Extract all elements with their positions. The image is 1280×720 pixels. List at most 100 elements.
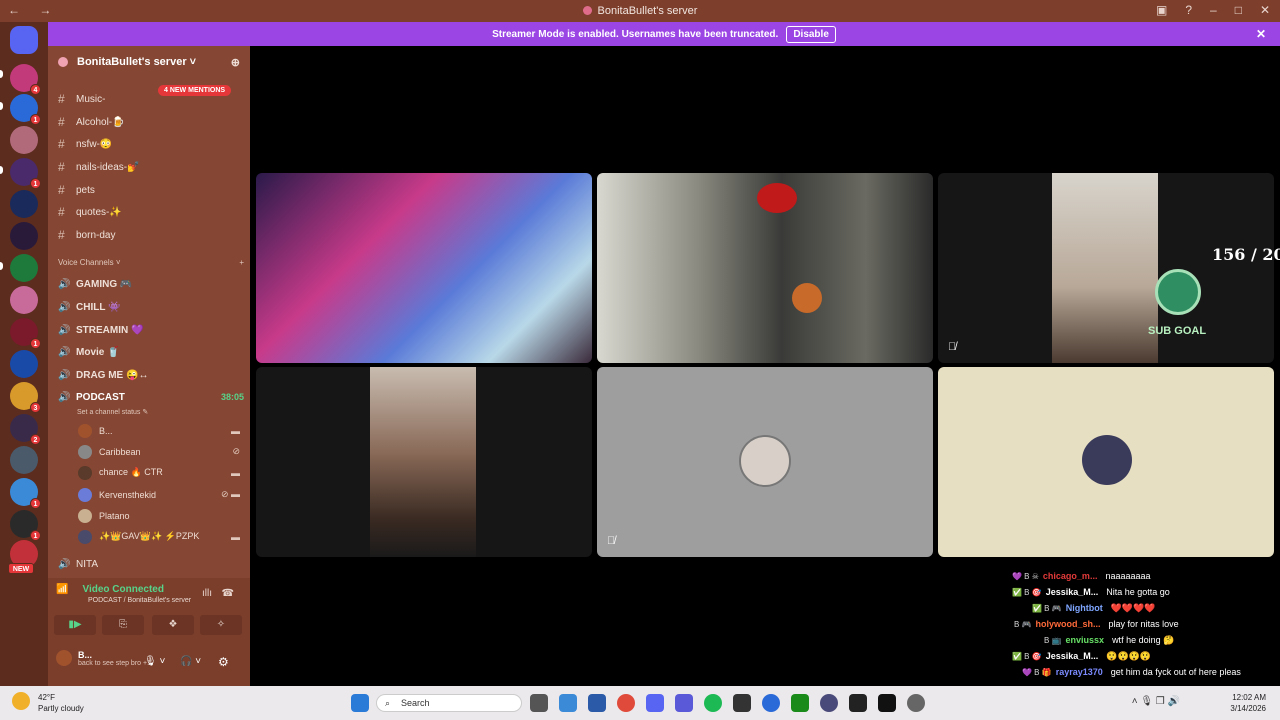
clock[interactable]: 12:02 AM 3/14/2026 [1230,692,1266,714]
sub-goal-label: SUB GOAL [1148,325,1207,337]
close-button[interactable]: ✕ [1260,3,1270,17]
disable-button[interactable]: Disable [786,25,836,43]
obs-icon[interactable] [907,694,925,712]
app-icon[interactable] [820,694,838,712]
microphone-icon[interactable]: 🎙 ˅ [144,656,165,667]
hash-icon: # [58,115,65,129]
mic-muted-icon: ⊘ ▬ [220,489,240,499]
headphones-shape [757,183,797,213]
server-icon[interactable]: 1 [10,94,41,125]
system-tray[interactable]: ˄ 🎙 ❐ 🔊 [1132,696,1180,707]
voice-channel-chill[interactable]: 🔊 CHILL 👾 [58,298,244,316]
noise-suppression-icon[interactable]: ıllı [202,588,212,599]
new-mentions-badge[interactable]: 4 NEW MENTIONS [158,85,232,96]
activities-button[interactable]: ❖ [152,615,194,635]
voice-channel-drag-me[interactable]: 🔊 DRAG ME 😜↔ [58,366,244,384]
invite-icon[interactable]: ⊕ [231,56,240,69]
server-icon[interactable] [10,190,38,218]
discord-home-icon[interactable] [10,26,38,54]
close-icon[interactable]: ✕ [1256,27,1266,41]
server-icon[interactable]: 1 [10,318,41,349]
server-icon[interactable] [10,286,38,314]
video-tile[interactable] [256,367,592,557]
server-icon[interactable]: 4 [10,64,41,95]
connection-status[interactable]: 📶 Video Connected [56,584,164,595]
settings-gear-icon[interactable]: ⚙ [218,655,229,669]
camera-button[interactable]: ▮▶ [54,615,96,635]
video-tile[interactable] [256,173,592,363]
voice-user[interactable]: ✨👑GAV👑✨ ⚡PZPK ▬ [78,527,240,546]
nvidia-icon[interactable] [791,694,809,712]
store-icon[interactable] [588,694,606,712]
speaker-icon: 🔊 [58,301,71,313]
unread-pill [0,166,3,174]
server-icon[interactable]: 1 [10,510,41,541]
weather-widget[interactable]: 42°F Partly cloudy [12,692,84,714]
app-icon[interactable] [849,694,867,712]
voice-channel-streamin[interactable]: 🔊 STREAMIN 💜 [58,321,244,339]
screen-share-button[interactable]: ⎘ [102,615,144,635]
voice-channels-category[interactable]: Voice Channels ˅ + [58,258,244,267]
hash-icon: # [58,205,65,219]
channel-status-prompt[interactable]: Set a channel status ✎ [77,403,250,421]
channel-alcohol[interactable]: # Alcohol-🍺 [58,113,244,131]
channel-sidebar: BonitaBullet's server ˅ ⊕ # Music- 4 NEW … [48,46,250,578]
maximize-button[interactable]: □ [1235,3,1242,17]
server-icon[interactable]: NEW [8,540,38,574]
voice-user[interactable]: Platano [78,506,240,525]
server-icon[interactable] [10,350,38,378]
voice-channel-movie[interactable]: 🔊 Movie 🥤 [58,343,244,361]
avatar [78,508,92,523]
title-bar: ← → BonitaBullet's server ▣ ? – □ ✕ [0,0,1280,22]
voice-user[interactable]: chance 🔥 CTR ▬ [78,463,240,482]
spotify-icon[interactable] [704,694,722,712]
gaming-app-icon[interactable] [675,694,693,712]
call-timer: 38:05 [220,392,244,402]
voice-channel-gaming[interactable]: 🔊 GAMING 🎮 [58,275,244,293]
voice-user[interactable]: Kervensthekid ⊘ ▬ [78,485,240,504]
tiktok-icon[interactable] [878,694,896,712]
channel-nails-ideas[interactable]: # nails-ideas-💅 [58,158,244,176]
avatar-tile[interactable] [938,367,1274,557]
channel-nsfw[interactable]: # nsfw-😳 [58,135,244,153]
voice-user[interactable]: Caribbean ⊘ [78,442,240,461]
minimize-button[interactable]: – [1210,3,1217,17]
unread-pill [0,70,3,78]
server-icon[interactable] [10,222,38,250]
soundboard-button[interactable]: ✧ [200,615,242,635]
server-header[interactable]: BonitaBullet's server ˅ ⊕ [48,46,250,78]
copilot-icon[interactable] [559,694,577,712]
app-icon[interactable] [762,694,780,712]
server-icon[interactable]: 2 [10,414,41,445]
speaker-icon: 🔊 [58,391,71,403]
epic-games-icon[interactable] [733,694,751,712]
taskbar-search[interactable]: ⌕ Search [376,694,522,712]
server-icon[interactable] [10,446,38,474]
channel-pets[interactable]: # pets [58,181,244,199]
help-icon[interactable]: ? [1185,3,1192,17]
channel-quotes[interactable]: # quotes-✨ [58,203,244,221]
server-icon[interactable] [10,126,38,154]
channel-born-day[interactable]: # born-day [58,226,244,244]
user-panel[interactable]: B... back to see step bro +1 [56,650,151,667]
voice-user[interactable]: B... ▬ [78,421,240,440]
server-icon[interactable]: 1 [10,478,41,509]
avatar [56,650,72,666]
task-view-icon[interactable] [530,694,548,712]
windows-taskbar: 42°F Partly cloudy ⌕ Search ˄ 🎙 ❐ 🔊 12:02 … [0,686,1280,720]
voice-channel-nita[interactable]: 🔊 NITA [58,555,244,573]
headphones-icon[interactable]: 🎧 ˅ [180,656,201,667]
inbox-icon[interactable]: ▣ [1156,3,1167,17]
chrome-icon[interactable] [617,694,635,712]
disconnect-icon[interactable]: ☎ [222,588,234,599]
discord-taskbar-icon[interactable] [646,694,664,712]
server-icon[interactable] [10,254,38,282]
server-icon[interactable]: 1 [10,158,41,189]
avatar-tile[interactable]: 🎙̸ [597,367,933,557]
video-tile[interactable] [597,173,933,363]
add-channel-icon[interactable]: + [239,258,244,267]
speaker-icon: 🔊 [58,324,71,336]
start-button[interactable] [351,694,369,712]
video-tile[interactable]: 🎙̸ [938,173,1274,363]
server-icon[interactable]: 3 [10,382,41,413]
